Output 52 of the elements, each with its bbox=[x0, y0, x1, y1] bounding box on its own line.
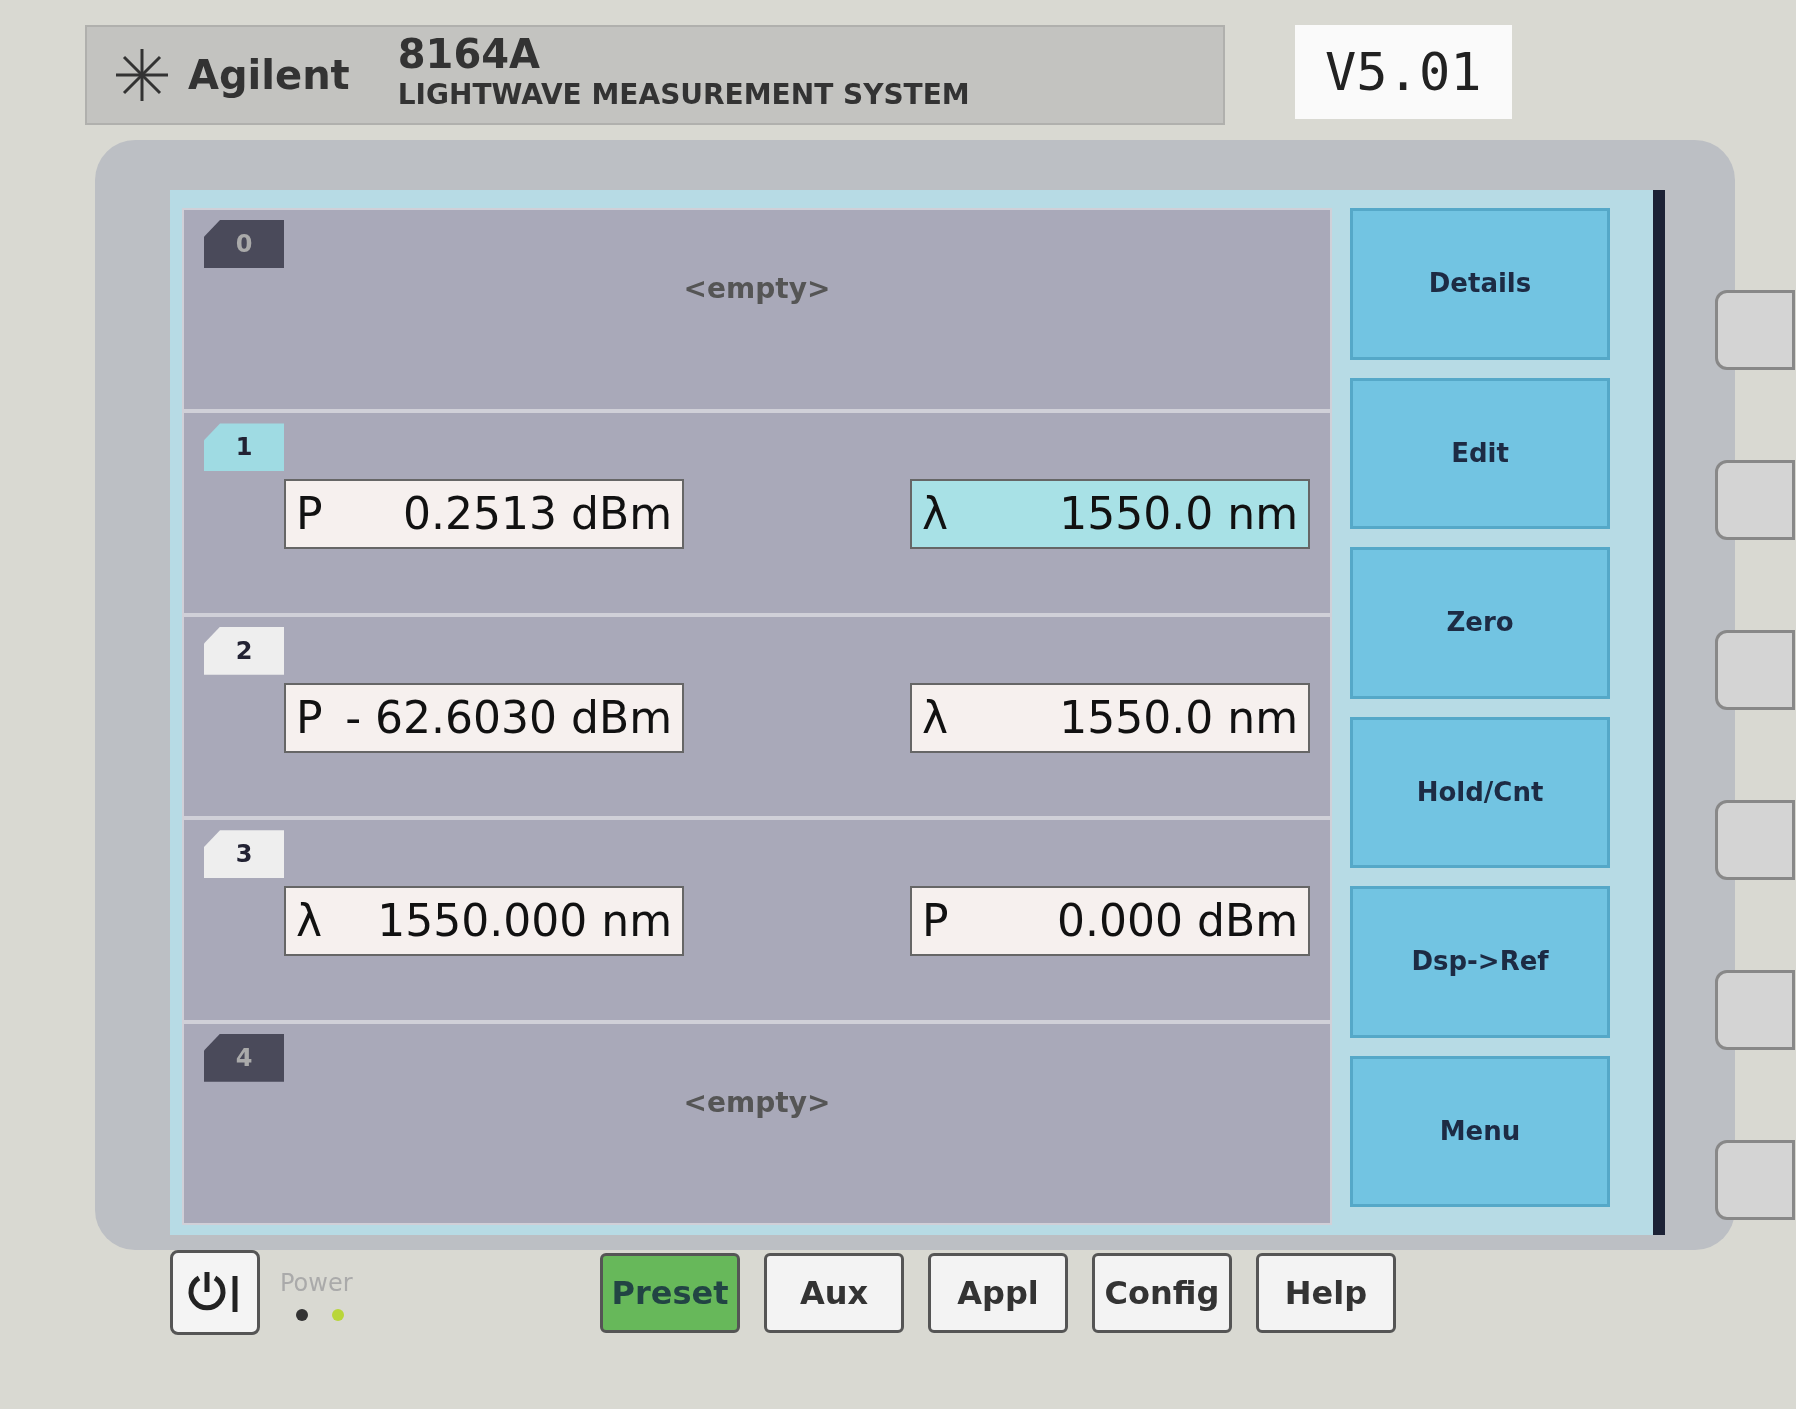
module-slot[interactable]: 2 P - 62.6030 dBm λ 1550.0 nm bbox=[182, 614, 1332, 819]
model-number: 8164A bbox=[397, 34, 542, 74]
readout-symbol: P bbox=[922, 894, 949, 949]
hardware-softkey[interactable] bbox=[1715, 800, 1795, 880]
softkey-button[interactable]: Menu bbox=[1350, 1055, 1610, 1207]
module-slot[interactable]: 0 <empty> bbox=[182, 208, 1332, 412]
slot-number-tab[interactable]: 2 bbox=[204, 626, 284, 675]
readout-symbol: P bbox=[296, 487, 323, 542]
readout-field[interactable]: P - 62.6030 dBm bbox=[284, 682, 684, 753]
hardware-softkey[interactable] bbox=[1715, 970, 1795, 1050]
panel-key[interactable]: Help bbox=[1256, 1252, 1396, 1333]
readout-field[interactable]: λ 1550.000 nm bbox=[284, 886, 684, 957]
module-slot[interactable]: 1 P 0.2513 dBm λ 1550.0 nm bbox=[182, 411, 1332, 615]
softkey-button[interactable]: Edit bbox=[1350, 377, 1610, 529]
power-button[interactable] bbox=[170, 1250, 260, 1335]
product-subtitle: LIGHTWAVE MEASUREMENT SYSTEM bbox=[397, 77, 970, 113]
readout-value: - 62.6030 dBm bbox=[345, 690, 672, 745]
readout-symbol: λ bbox=[296, 894, 323, 949]
empty-slot-text: <empty> bbox=[683, 271, 831, 307]
readout-value: 1550.000 nm bbox=[377, 894, 672, 949]
readout-symbol: P bbox=[296, 690, 323, 745]
readout-field[interactable]: λ 1550.0 nm bbox=[910, 479, 1310, 550]
slot-number-tab[interactable]: 1 bbox=[204, 423, 284, 472]
slot-number-tab[interactable]: 3 bbox=[204, 830, 284, 879]
softkey-button[interactable]: Dsp->Ref bbox=[1350, 886, 1610, 1038]
brand-name: Agilent bbox=[188, 51, 350, 100]
softkey-button[interactable]: Hold/Cnt bbox=[1350, 716, 1610, 868]
module-slot[interactable]: 4 <empty> bbox=[182, 1021, 1332, 1226]
hardware-softkey[interactable] bbox=[1715, 1140, 1795, 1220]
panel-key[interactable]: Appl bbox=[928, 1252, 1068, 1333]
hardware-softkey[interactable] bbox=[1715, 460, 1795, 540]
readout-field[interactable]: P 0.000 dBm bbox=[910, 886, 1310, 957]
module-slot[interactable]: 3 λ 1550.000 nm P 0.000 dBm bbox=[182, 818, 1332, 1022]
readout-value: 1550.0 nm bbox=[1059, 487, 1298, 542]
softkey-button[interactable]: Details bbox=[1350, 208, 1610, 360]
hardware-softkey[interactable] bbox=[1715, 630, 1795, 710]
version-label: V5.01 bbox=[1295, 25, 1512, 119]
softkey-button[interactable]: Zero bbox=[1350, 547, 1610, 699]
readout-field[interactable]: λ 1550.0 nm bbox=[910, 682, 1310, 753]
panel-key[interactable]: Aux bbox=[764, 1252, 904, 1333]
readout-value: 0.000 dBm bbox=[1057, 894, 1298, 949]
slot-number-tab[interactable]: 4 bbox=[204, 1033, 284, 1082]
readout-symbol: λ bbox=[922, 487, 949, 542]
readout-field[interactable]: P 0.2513 dBm bbox=[284, 479, 684, 550]
panel-key[interactable]: Preset bbox=[600, 1252, 740, 1333]
readout-value: 1550.0 nm bbox=[1059, 690, 1298, 745]
readout-value: 0.2513 dBm bbox=[403, 487, 672, 542]
hardware-softkey[interactable] bbox=[1715, 290, 1795, 370]
empty-slot-text: <empty> bbox=[683, 1084, 831, 1121]
readout-symbol: λ bbox=[922, 690, 949, 745]
panel-key[interactable]: Config bbox=[1092, 1252, 1232, 1333]
slot-number-tab[interactable]: 0 bbox=[204, 220, 284, 268]
